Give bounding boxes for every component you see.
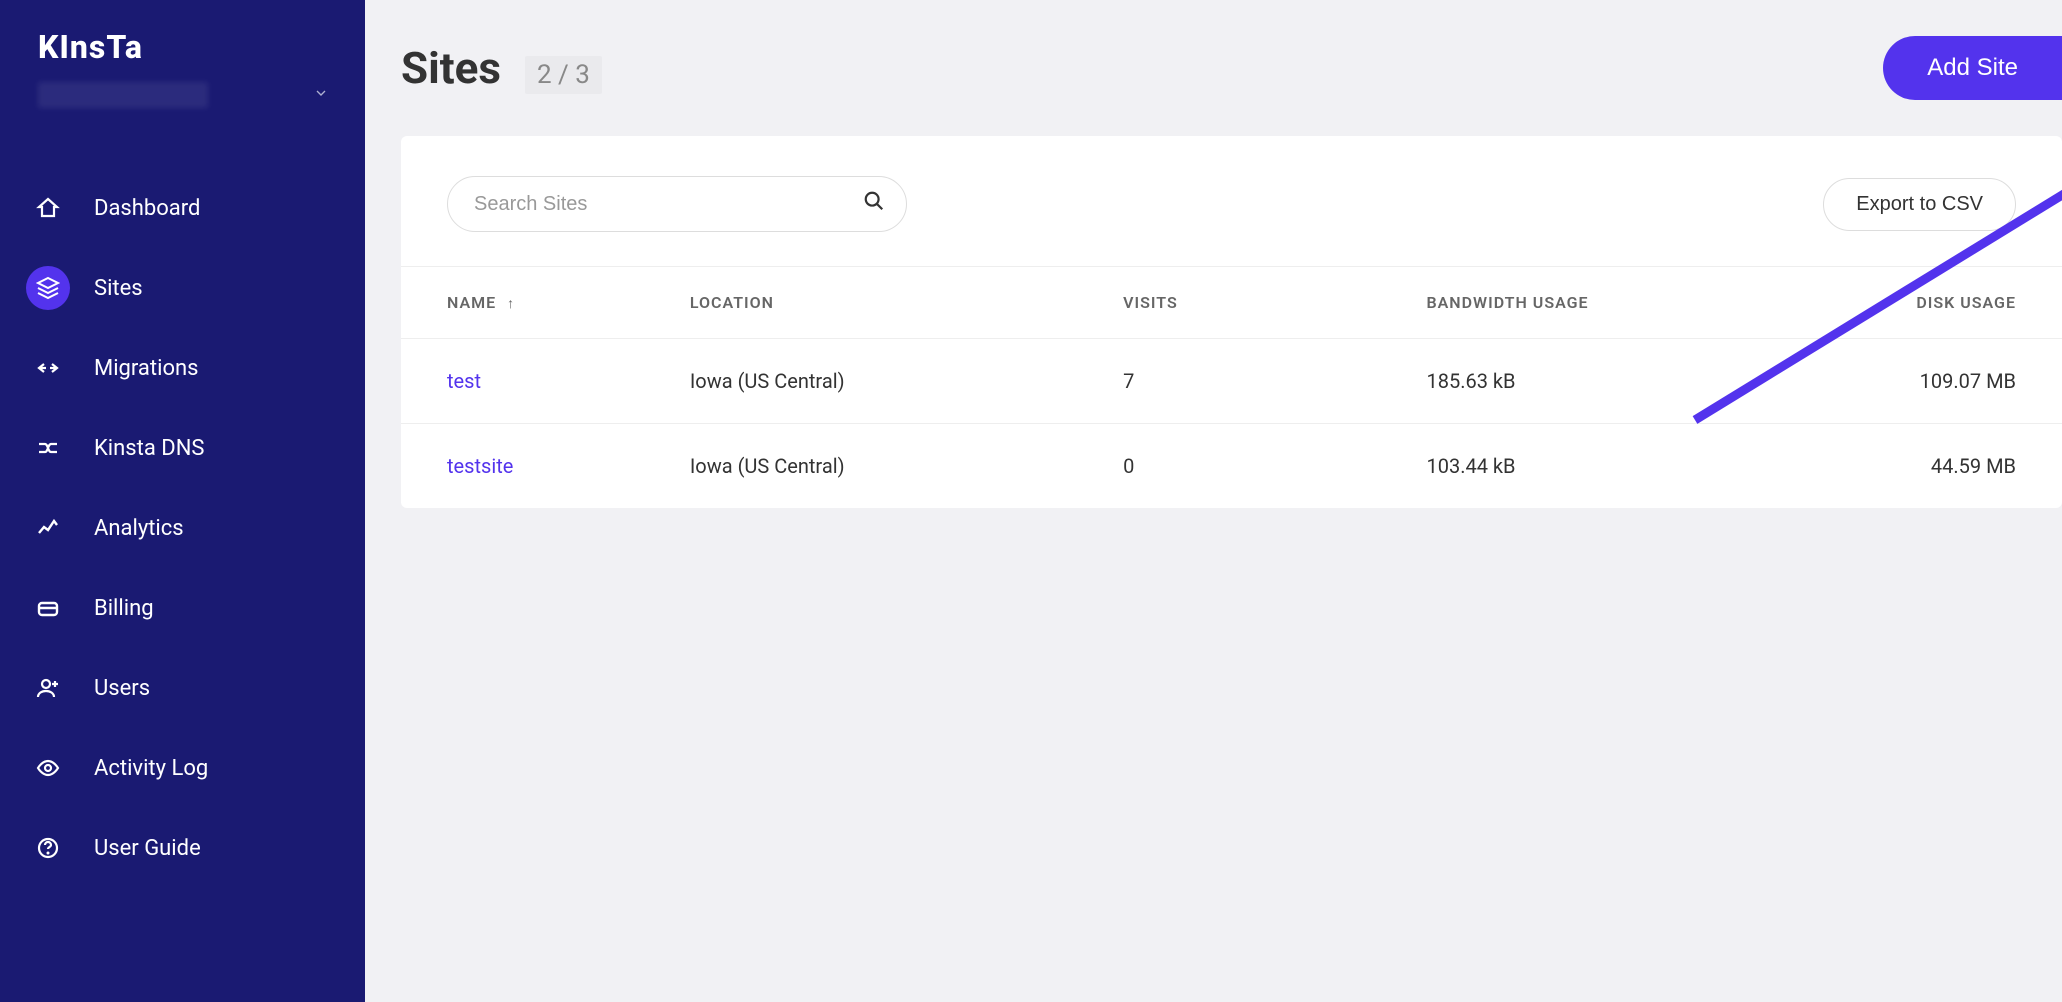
cell-bandwidth: 185.63 kB	[1426, 339, 1744, 424]
column-header-bandwidth[interactable]: BANDWIDTH USAGE	[1426, 267, 1744, 339]
cell-visits: 7	[1123, 339, 1426, 424]
column-header-visits[interactable]: VISITS	[1123, 267, 1426, 339]
chart-icon	[26, 506, 70, 550]
header-name-text: NAME	[447, 293, 496, 312]
company-selector[interactable]	[0, 72, 365, 138]
cell-disk: 109.07 MB	[1744, 339, 2062, 424]
nav-label: Sites	[94, 276, 143, 301]
sites-table: NAME ↑ LOCATION VISITS BANDWIDTH USAGE D…	[401, 266, 2062, 508]
site-link[interactable]: test	[447, 369, 481, 393]
cell-disk: 44.59 MB	[1744, 424, 2062, 509]
nav-label: User Guide	[94, 836, 201, 861]
cell-bandwidth: 103.44 kB	[1426, 424, 1744, 509]
cell-location: Iowa (US Central)	[690, 339, 1123, 424]
column-header-location[interactable]: LOCATION	[690, 267, 1123, 339]
company-name-blurred	[38, 82, 208, 108]
sites-card: Export to CSV NAME ↑ LOCATION VISITS BAN…	[401, 136, 2062, 508]
layers-icon	[26, 266, 70, 310]
sites-count-badge: 2 / 3	[525, 56, 602, 94]
nav-label: Analytics	[94, 516, 184, 541]
nav-label: Activity Log	[94, 756, 208, 781]
cell-visits: 0	[1123, 424, 1426, 509]
nav-label: Dashboard	[94, 196, 200, 221]
card-toolbar: Export to CSV	[401, 136, 2062, 266]
nav-item-activity-log[interactable]: Activity Log	[0, 728, 365, 808]
site-link[interactable]: testsite	[447, 454, 513, 478]
search-input[interactable]	[447, 176, 907, 232]
users-icon	[26, 666, 70, 710]
nav-item-billing[interactable]: Billing	[0, 568, 365, 648]
nav-label: Users	[94, 676, 150, 701]
column-header-disk[interactable]: DISK USAGE	[1744, 267, 2062, 339]
billing-icon	[26, 586, 70, 630]
page-title-group: Sites 2 / 3	[401, 42, 602, 94]
nav-item-sites[interactable]: Sites	[0, 248, 365, 328]
page-header: Sites 2 / 3 Add Site	[401, 36, 2062, 100]
chevron-down-icon	[313, 85, 329, 105]
brand-logo: KInsTa	[0, 28, 365, 72]
nav-item-migrations[interactable]: Migrations	[0, 328, 365, 408]
cell-location: Iowa (US Central)	[690, 424, 1123, 509]
nav-label: Migrations	[94, 356, 199, 381]
search-icon	[863, 190, 885, 218]
help-icon	[26, 826, 70, 870]
table-row[interactable]: test Iowa (US Central) 7 185.63 kB 109.0…	[401, 339, 2062, 424]
page-title: Sites	[401, 42, 501, 94]
nav-label: Billing	[94, 596, 154, 621]
nav-item-kinsta-dns[interactable]: Kinsta DNS	[0, 408, 365, 488]
table-row[interactable]: testsite Iowa (US Central) 0 103.44 kB 4…	[401, 424, 2062, 509]
dns-icon	[26, 426, 70, 470]
nav-item-user-guide[interactable]: User Guide	[0, 808, 365, 888]
search-wrap	[447, 176, 907, 232]
navigation: Dashboard Sites Migrations Kinsta DNS An	[0, 168, 365, 888]
home-icon	[26, 186, 70, 230]
nav-item-dashboard[interactable]: Dashboard	[0, 168, 365, 248]
nav-item-users[interactable]: Users	[0, 648, 365, 728]
column-header-name[interactable]: NAME ↑	[401, 267, 690, 339]
main-content: Sites 2 / 3 Add Site Export to CSV NAME …	[365, 0, 2062, 1002]
migrations-icon	[26, 346, 70, 390]
sidebar: KInsTa Dashboard Sites Migrations	[0, 0, 365, 1002]
add-site-button[interactable]: Add Site	[1883, 36, 2062, 100]
export-csv-button[interactable]: Export to CSV	[1823, 178, 2016, 231]
eye-icon	[26, 746, 70, 790]
nav-label: Kinsta DNS	[94, 436, 204, 461]
nav-item-analytics[interactable]: Analytics	[0, 488, 365, 568]
sort-ascending-icon: ↑	[507, 296, 515, 312]
